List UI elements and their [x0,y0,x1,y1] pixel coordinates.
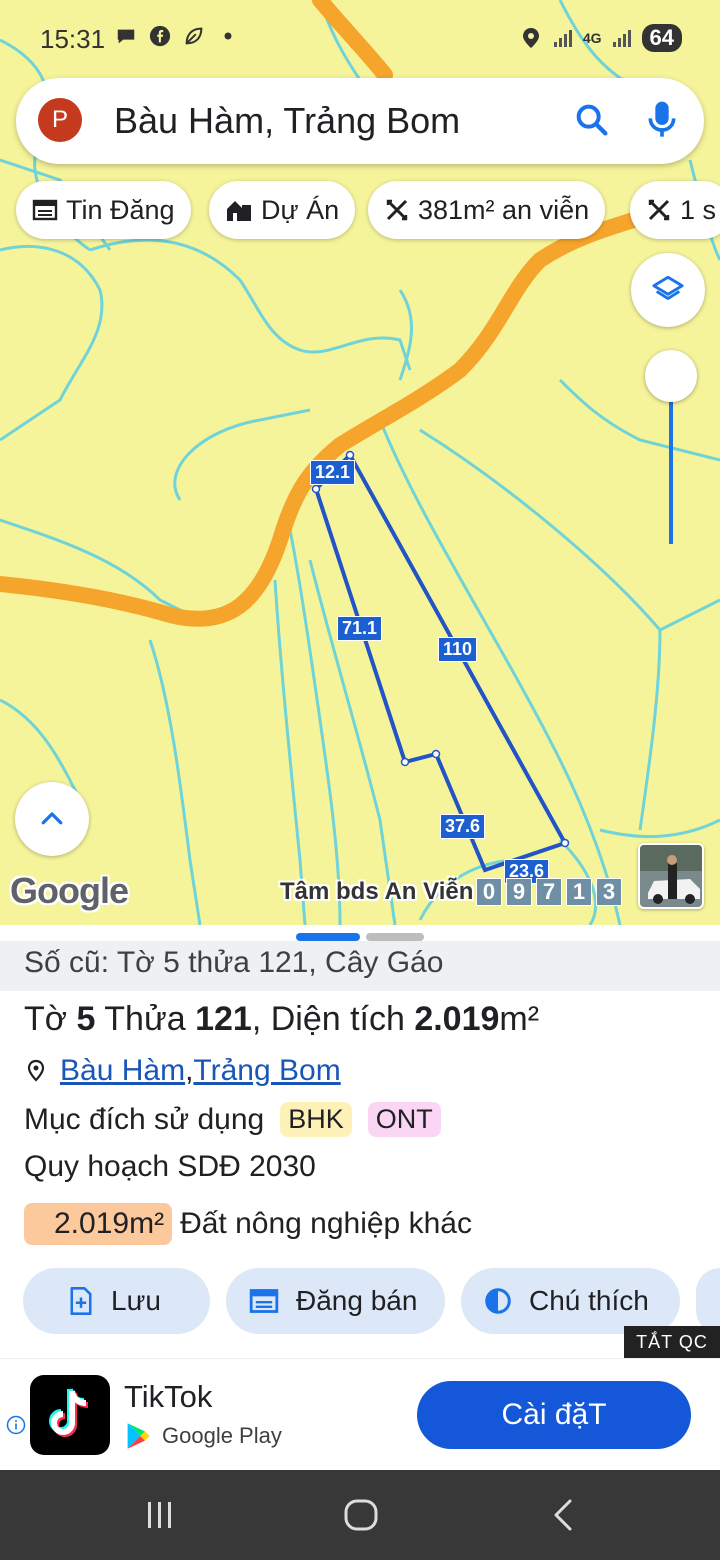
chevron-up-icon [41,812,63,825]
ad-store: Google Play [124,1421,282,1451]
network-type: 4G [582,30,602,46]
project-icon [225,197,253,223]
pin-icon [27,1059,45,1082]
back-icon[interactable] [548,1498,578,1537]
post-sale-label: Đăng bán [296,1285,418,1316]
chip-listings[interactable]: Tin Đăng [16,181,191,239]
edge-label: 110 [438,637,478,662]
chip-saved-measure[interactable]: 381m² an viễn [368,181,606,239]
edge-label: 12.1 [310,460,356,485]
car-photo-icon [640,845,702,907]
chat-bubble-icon [114,24,138,48]
location-icon [519,26,543,50]
layers-icon [652,275,684,300]
area-row: 2.019m² Đất nông nghiệp khác [24,1203,472,1245]
streetview-thumbnail[interactable] [638,843,704,909]
info-icon[interactable] [6,1415,26,1440]
home-icon[interactable] [343,1498,379,1537]
edge-label: 37.6 [440,814,486,839]
chip-label: Dự Án [261,194,340,225]
phone-digit: 7 [536,878,562,906]
google-logo: Google [10,870,129,911]
facebook-icon [148,24,172,48]
save-label: Lưu [111,1285,161,1316]
google-play-icon [127,1423,150,1449]
status-bar: 15:31 4G 64 [0,0,720,76]
listing-icon [32,198,58,222]
measure-icon [646,197,672,223]
leaf-icon [182,24,206,48]
more-action-button[interactable] [696,1268,720,1334]
phone-digit: 3 [596,878,622,906]
old-reference: Số cũ: Tờ 5 thửa 121, Cây Gáo [24,946,444,979]
land-use-row: Mục đích sử dụng BHK ONT [24,1102,441,1137]
district-link[interactable]: Trảng Bom [193,1054,340,1088]
search-icon[interactable] [572,100,612,145]
phone-digit: 1 [566,878,592,906]
land-use-label: Mục đích sử dụng [24,1102,265,1136]
area-badge: 2.019m² [24,1203,173,1245]
search-query[interactable]: Bàu Hàm, Trảng Bom [114,100,460,142]
title-text: Thửa [95,1000,196,1038]
ad-store-label: Google Play [162,1423,282,1448]
chip-label: 381m² an viễn [418,194,590,225]
chip-projects[interactable]: Dự Án [209,181,356,239]
phone-digit: 9 [506,878,532,906]
filter-chips: Tin Đăng Dự Án 381m² an viễn 1 s [16,181,720,241]
signal-icon [610,26,634,50]
listing-icon [248,1287,280,1315]
opacity-slider-knob[interactable] [645,350,697,402]
land-use-tag[interactable]: ONT [367,1102,441,1137]
signal-icon [551,26,575,50]
sheet-handle-active[interactable] [296,933,360,941]
status-time: 15:31 [40,24,106,54]
title-text: , Diện tích [251,1000,415,1038]
location-separator: , [185,1054,194,1087]
parcel-outline [313,451,568,873]
brand-watermark: Tâm bds An Viễn [280,878,474,905]
commune-link[interactable]: Bàu Hàm [60,1054,185,1088]
phone-digit: 0 [476,878,502,906]
legend-label: Chú thích [529,1285,649,1316]
sheet-number: 5 [76,1000,96,1038]
area-unit: m² [499,1000,540,1038]
chip-saved-measure-2[interactable]: 1 s [630,181,720,239]
parcel-number: 121 [195,1000,252,1038]
layers-button[interactable] [631,253,705,327]
tiktok-logo-icon[interactable] [30,1375,110,1455]
expand-up-button[interactable] [15,782,89,856]
search-bar[interactable]: P Bàu Hàm, Trảng Bom [16,78,704,164]
battery-level: 64 [641,24,682,52]
edge-label: 71.1 [337,616,383,641]
add-file-icon [67,1286,95,1316]
opacity-slider-track[interactable] [669,398,673,544]
legend-button[interactable]: Chú thích [461,1268,680,1334]
save-button[interactable]: Lưu [23,1268,210,1334]
install-button[interactable]: Cài đặT [417,1381,691,1449]
chip-label: 1 s [680,194,717,225]
parcel-title: Tờ 5 Thửa 121, Diện tích 2.019m² [24,1000,539,1039]
phone-digits: 0 9 7 1 3 [476,878,622,906]
mic-icon[interactable] [642,98,682,147]
area-number: 2.019 [414,1000,500,1038]
land-use-tag[interactable]: BHK [280,1102,352,1137]
title-text: Tờ [24,1000,77,1038]
plan-label: Quy hoạch SDĐ 2030 [24,1150,316,1183]
post-sale-button[interactable]: Đăng bán [226,1268,445,1334]
area-description: Đất nông nghiệp khác [180,1207,472,1240]
chip-label: Tin Đăng [66,194,175,225]
ad-app-name: TikTok [124,1379,213,1414]
contrast-icon [483,1286,513,1316]
measure-icon [384,197,410,223]
ad-banner[interactable]: TikTok Google Play Cài đặT [0,1358,720,1470]
dot-icon [216,24,240,48]
location-row: Bàu Hàm, Trảng Bom [24,1054,341,1088]
recent-apps-icon[interactable] [144,1498,176,1537]
sheet-handle[interactable] [366,933,424,941]
remove-ads-badge[interactable]: TẮT QC [624,1326,720,1358]
system-nav-bar [0,1470,720,1560]
avatar[interactable]: P [38,98,82,142]
